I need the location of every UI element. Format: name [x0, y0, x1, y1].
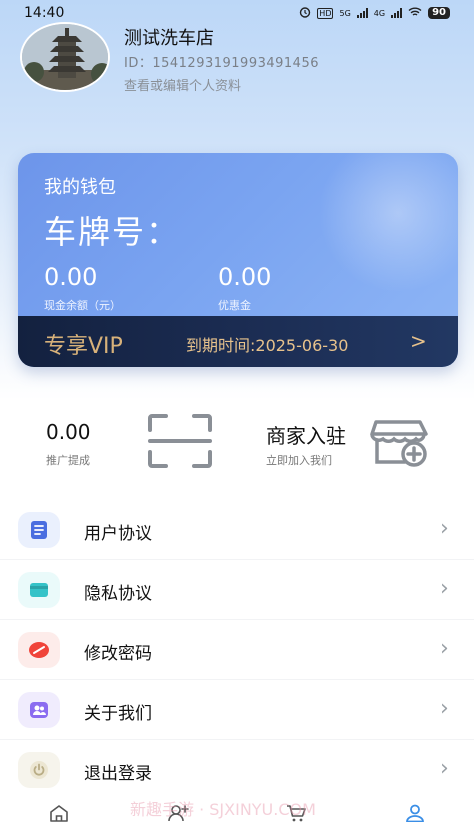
- status-time: 14:40: [24, 5, 65, 21]
- chevron-right-icon: ›: [440, 636, 449, 661]
- menu-item-about-us[interactable]: 关于我们 ›: [0, 680, 474, 740]
- document-icon: [18, 512, 60, 548]
- signal-icon-2: [391, 8, 403, 18]
- wallet-glow: [318, 153, 458, 293]
- battery-indicator: 90: [428, 7, 450, 19]
- wallet-title: 我的钱包: [44, 177, 116, 198]
- network-hd-label: HD: [317, 7, 334, 19]
- vip-expire-date: 到期时间:2025-06-30: [186, 336, 349, 355]
- menu-item-change-password[interactable]: 修改密码 ›: [0, 620, 474, 680]
- network-5g-label: 5G: [339, 8, 351, 18]
- card-icon: [18, 572, 60, 608]
- coupon-balance-value: 0.00: [218, 263, 272, 291]
- wifi-icon: [408, 7, 422, 20]
- chevron-right-icon: ›: [440, 516, 449, 541]
- promotion-commission-label: 推广提成: [46, 454, 90, 467]
- menu-item-privacy-policy[interactable]: 隐私协议 ›: [0, 560, 474, 620]
- vip-chevron-icon[interactable]: >: [410, 329, 427, 353]
- menu-item-logout[interactable]: 退出登录 ›: [0, 740, 474, 800]
- people-icon: [18, 692, 60, 728]
- cash-balance-label: 现金余额（元）: [44, 299, 121, 312]
- edit-profile-link[interactable]: 查看或编辑个人资料: [124, 75, 241, 94]
- license-plate-label: 车牌号：: [44, 213, 181, 251]
- avatar[interactable]: [20, 22, 110, 92]
- settings-menu: 用户协议 › 隐私协议 › 修改密码 › 关于我们 › 退出登录 ›: [0, 500, 474, 800]
- chevron-right-icon: ›: [440, 696, 449, 721]
- network-4g-label: 4G: [373, 8, 386, 18]
- tab-home[interactable]: [0, 798, 118, 828]
- home-icon: [50, 805, 69, 822]
- vip-bar[interactable]: 专享VIP 到期时间:2025-06-30 >: [18, 316, 458, 367]
- chevron-right-icon: ›: [440, 756, 449, 781]
- merchant-join-title[interactable]: 商家入驻: [266, 420, 346, 449]
- power-icon: [18, 752, 60, 788]
- watermark-text: 新趣手游 · SJXINYU.COM: [130, 800, 316, 819]
- signal-icon: [356, 8, 368, 18]
- profile-id: ID：1541293191993491456: [124, 56, 319, 71]
- promotion-commission-value[interactable]: 0.00: [46, 420, 91, 444]
- coupon-balance-label: 优惠金: [218, 299, 251, 312]
- scan-icon[interactable]: [148, 414, 212, 468]
- vip-label: 专享VIP: [44, 334, 123, 359]
- user-icon: [405, 804, 424, 822]
- menu-item-user-agreement[interactable]: 用户协议 ›: [0, 500, 474, 560]
- profile-name: 测试洗车店: [124, 28, 214, 49]
- chevron-right-icon: ›: [440, 576, 449, 601]
- status-icons: HD 5G 4G 90: [299, 6, 450, 21]
- menu-label-change-password: 修改密码: [84, 644, 152, 664]
- lock-icon: [18, 632, 60, 668]
- menu-label-user-agreement: 用户协议: [84, 524, 152, 544]
- menu-label-about-us: 关于我们: [84, 704, 152, 724]
- merchant-join-subtitle: 立即加入我们: [266, 454, 332, 467]
- menu-label-logout: 退出登录: [84, 764, 152, 784]
- tab-profile[interactable]: [356, 798, 474, 828]
- cash-balance-value: 0.00: [44, 263, 98, 291]
- shop-add-icon[interactable]: [370, 414, 430, 468]
- alarm-icon: [299, 6, 311, 21]
- menu-label-privacy-policy: 隐私协议: [84, 584, 152, 604]
- wallet-card[interactable]: 我的钱包 车牌号： 0.00 现金余额（元） 0.00 优惠金 专享VIP 到期…: [18, 153, 458, 367]
